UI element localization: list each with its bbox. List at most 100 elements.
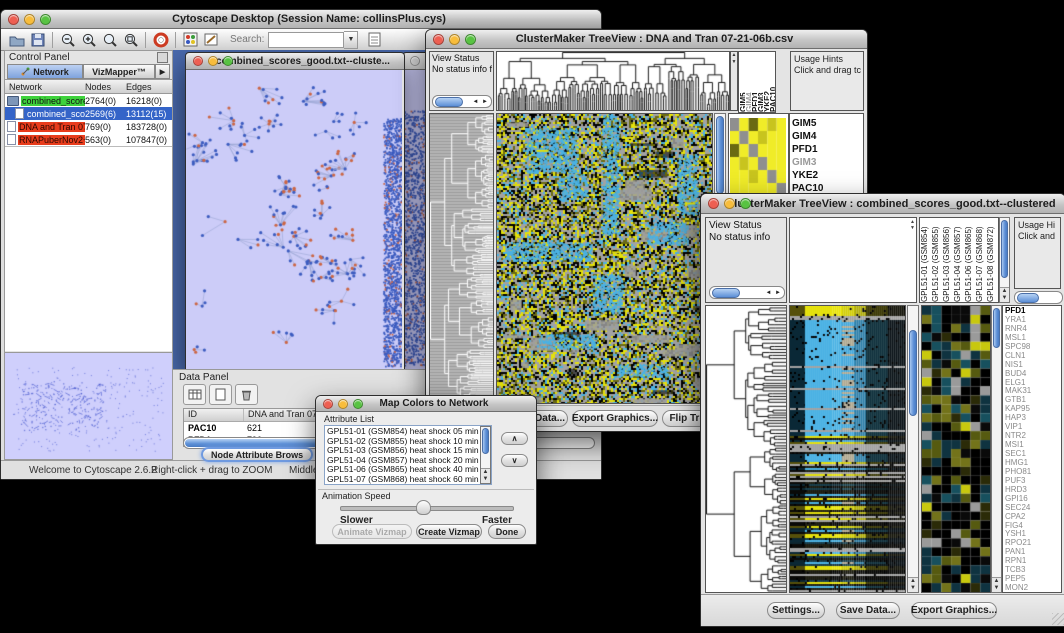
- birdseye-view[interactable]: [5, 352, 172, 459]
- gene-label[interactable]: CLN1: [1005, 351, 1061, 360]
- gene-label[interactable]: YSH1: [1005, 529, 1061, 538]
- minimize-icon[interactable]: [449, 34, 460, 45]
- tv2-heatmap-vscrollbar[interactable]: ▲▼: [907, 305, 919, 593]
- tv2-row-dendrogram-panel[interactable]: [705, 305, 787, 593]
- close-icon[interactable]: [410, 56, 420, 66]
- resize-grip[interactable]: [1052, 613, 1064, 625]
- tv2-titlebar[interactable]: ClusterMaker TreeView : combined_scores_…: [701, 194, 1064, 214]
- attribute-list-scrollbar[interactable]: ▲▼: [480, 426, 491, 484]
- close-icon[interactable]: [323, 399, 333, 409]
- zoom-out-icon[interactable]: [57, 30, 78, 49]
- node-attribute-browser-button[interactable]: Node Attribute Brows: [201, 447, 313, 462]
- attribute-list-item[interactable]: GPL51-07 (GSM868) heat shock 60 min: [327, 475, 489, 485]
- gene-label[interactable]: FIG4: [1005, 521, 1061, 530]
- tv1-export-graphics-button[interactable]: Export Graphics...: [572, 410, 658, 427]
- tv1-col-scroll-arrows[interactable]: ▲▼: [730, 51, 738, 111]
- tv2-col-label[interactable]: GPL51-01 (GSM854): [920, 218, 931, 302]
- tv2-hints-scrollbar[interactable]: [1014, 291, 1063, 304]
- zoom-window-icon[interactable]: [353, 399, 363, 409]
- gene-label[interactable]: SEC1: [1005, 449, 1061, 458]
- tv2-column-dendrogram-panel[interactable]: ▲▼: [789, 217, 917, 303]
- scroll-arrows-icon[interactable]: ▲▼: [992, 577, 1001, 592]
- main-titlebar[interactable]: Cytoscape Desktop (Session Name: collins…: [1, 10, 601, 29]
- dialog-titlebar[interactable]: Map Colors to Network: [316, 396, 536, 412]
- close-icon[interactable]: [708, 198, 719, 209]
- tab-network[interactable]: Network: [7, 64, 83, 79]
- gene-label[interactable]: PUF3: [1005, 476, 1061, 485]
- tv1-row-label[interactable]: PFD1: [790, 143, 863, 156]
- open-session-icon[interactable]: [6, 30, 27, 49]
- gene-label[interactable]: KAP95: [1005, 404, 1061, 413]
- minimize-icon[interactable]: [208, 56, 218, 66]
- tv1-row-label[interactable]: GIM3: [790, 156, 863, 169]
- tv2-col-label[interactable]: GPL51-06 (GSM865): [964, 218, 975, 302]
- zoom-selected-icon[interactable]: [120, 30, 141, 49]
- gene-label[interactable]: MAK31: [1005, 386, 1061, 395]
- zoom-window-icon[interactable]: [740, 198, 751, 209]
- gene-label[interactable]: PAN1: [1005, 547, 1061, 556]
- gene-label[interactable]: ELG1: [1005, 378, 1061, 387]
- gene-label[interactable]: RNR4: [1005, 324, 1061, 333]
- gene-label[interactable]: HMG1: [1005, 458, 1061, 467]
- zoom-fit-icon[interactable]: [99, 30, 120, 49]
- attribute-list-item[interactable]: GPL51-01 (GSM854) heat shock 05 min: [327, 427, 489, 437]
- network-view-canvas[interactable]: [186, 70, 402, 369]
- attribute-browser-icon[interactable]: [364, 30, 385, 49]
- tv1-col-label[interactable]: PAC10: [769, 52, 775, 112]
- network-row[interactable]: combined_scores 2764(0) 16218(0): [5, 94, 172, 107]
- scroll-arrows-icon[interactable]: ▲▼: [1000, 287, 1009, 302]
- tv2-zoom-view-panel[interactable]: [921, 305, 991, 593]
- col-header-edges[interactable]: Edges: [126, 82, 172, 92]
- gene-label[interactable]: NIS1: [1005, 360, 1061, 369]
- move-down-button[interactable]: ∨: [501, 454, 528, 467]
- gene-label[interactable]: NTR2: [1005, 431, 1061, 440]
- gene-label[interactable]: HRD3: [1005, 485, 1061, 494]
- save-session-icon[interactable]: [27, 30, 48, 49]
- col-header-nodes[interactable]: Nodes: [85, 82, 126, 92]
- search-input[interactable]: [268, 32, 344, 48]
- tv2-col-label[interactable]: GPL51-02 (GSM855): [931, 218, 942, 302]
- tv1-row-label[interactable]: GIM5: [790, 117, 863, 130]
- vizmap-colors-icon[interactable]: [180, 30, 201, 49]
- tv2-status-scrollbar[interactable]: ◄ ►: [709, 286, 785, 299]
- network-row[interactable]: combined_sco 2569(6) 13112(15): [5, 107, 172, 120]
- network-row[interactable]: DNA and Tran 07 769(0) 183728(0): [5, 120, 172, 133]
- tv1-status-scrollbar[interactable]: ◄ ►: [432, 95, 492, 108]
- tv2-col-label[interactable]: GPL51-04 (GSM857): [953, 218, 964, 302]
- scroll-arrows-icon[interactable]: ◄ ►: [472, 99, 491, 105]
- tv1-heatmap-panel[interactable]: [496, 113, 713, 404]
- select-attributes-icon[interactable]: [183, 384, 206, 405]
- gene-label[interactable]: MSL1: [1005, 333, 1061, 342]
- tv2-save-data-button[interactable]: Save Data...: [836, 602, 900, 619]
- tv1-titlebar[interactable]: ClusterMaker TreeView : DNA and Tran 07-…: [426, 30, 867, 49]
- tab-vizmapper[interactable]: VizMapper™: [83, 64, 155, 79]
- attribute-list-item[interactable]: GPL51-02 (GSM855) heat shock 10 min: [327, 437, 489, 447]
- gene-label[interactable]: RPN1: [1005, 556, 1061, 565]
- speed-slider-thumb[interactable]: [416, 500, 431, 515]
- delete-attribute-icon[interactable]: [235, 384, 258, 405]
- zoom-in-icon[interactable]: [78, 30, 99, 49]
- attribute-list-item[interactable]: GPL51-04 (GSM857) heat shock 20 min: [327, 456, 489, 466]
- gene-label[interactable]: SEC24: [1005, 503, 1061, 512]
- tv1-row-label[interactable]: GIM4: [790, 130, 863, 143]
- tv2-col-label[interactable]: GPL51-08 (GSM872): [986, 218, 997, 302]
- minimize-icon[interactable]: [724, 198, 735, 209]
- attribute-list-item[interactable]: GPL51-06 (GSM865) heat shock 40 min: [327, 465, 489, 475]
- attribute-list[interactable]: GPL51-01 (GSM854) heat shock 05 minGPL51…: [324, 425, 492, 485]
- scroll-arrows-icon[interactable]: ▲▼: [908, 577, 918, 592]
- tv2-col-label-scrollbar[interactable]: ▲▼: [999, 217, 1010, 303]
- gene-label[interactable]: MON2: [1005, 583, 1061, 592]
- tv2-heatmap-panel[interactable]: [789, 305, 906, 593]
- tv2-col-label[interactable]: GPL51-07 (GSM868): [975, 218, 986, 302]
- zoom-window-icon[interactable]: [40, 14, 51, 25]
- gene-label[interactable]: TCB3: [1005, 565, 1061, 574]
- move-up-button[interactable]: ∧: [501, 432, 528, 445]
- minimize-icon[interactable]: [338, 399, 348, 409]
- gene-label[interactable]: GTB1: [1005, 395, 1061, 404]
- col-header-network[interactable]: Network: [5, 82, 85, 92]
- gene-label[interactable]: YRA1: [1005, 315, 1061, 324]
- done-button[interactable]: Done: [488, 524, 526, 539]
- zoom-window-icon[interactable]: [223, 56, 233, 66]
- gene-label[interactable]: RPO21: [1005, 538, 1061, 547]
- minimize-icon[interactable]: [24, 14, 35, 25]
